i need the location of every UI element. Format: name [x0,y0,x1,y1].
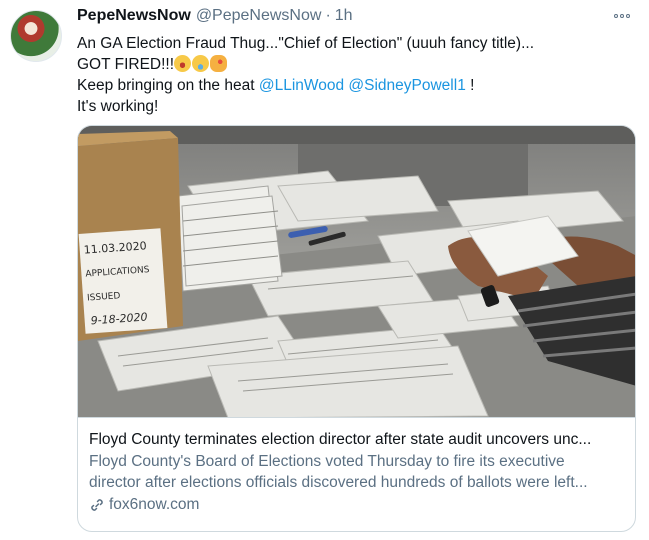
flushed-face-emoji-icon [174,55,192,72]
tweet[interactable]: PepeNewsNow @PepeNewsNow · 1h An GA Elec… [0,0,649,540]
tweet-line-4: It's working! [77,98,159,115]
card-domain-text[interactable]: fox6now.com [109,496,199,514]
separator-dot: · [325,7,331,24]
got-fired-text: GOT FIRED!!! [77,56,175,73]
display-name[interactable]: PepeNewsNow [77,7,191,25]
card-title[interactable]: Floyd County terminates election directo… [89,429,629,450]
card-domain[interactable]: fox6now.com [89,496,629,514]
exclamation-text: ! [465,77,475,94]
keep-bringing-text: Keep bringing on the heat [77,77,259,94]
card-image[interactable]: 11.03.2020 APPLICATIONS ISSUED 9-18-2020 [78,126,635,418]
card-description-line-1: Floyd County's Board of Elections voted … [89,453,565,470]
card-text[interactable]: Floyd County terminates election directo… [89,429,629,514]
tweet-header: PepeNewsNow @PepeNewsNow · 1h [77,7,353,29]
avatar[interactable] [10,10,62,62]
user-handle[interactable]: @PepeNewsNow [196,7,322,25]
card-description: Floyd County's Board of Elections voted … [89,451,629,493]
tears-of-joy-emoji-icon [192,55,210,72]
tweet-text: An GA Election Fraud Thug..."Chief of El… [77,33,637,117]
card-description-line-2: director after elections officials disco… [89,474,588,491]
mention-sidneypowell1[interactable]: @SidneyPowell1 [348,77,465,94]
mention-llinwood[interactable]: @LLinWood [259,77,344,94]
party-face-emoji-icon [210,55,228,72]
timestamp[interactable]: 1h [335,7,353,25]
tweet-line-1: An GA Election Fraud Thug..."Chief of El… [77,35,535,52]
ballot-table-photo: 11.03.2020 APPLICATIONS ISSUED 9-18-2020 [78,126,635,417]
link-card[interactable]: 11.03.2020 APPLICATIONS ISSUED 9-18-2020 [77,125,636,532]
more-options-icon[interactable] [614,8,636,24]
tweet-line-2: GOT FIRED!!! [77,54,637,75]
tweet-line-3: Keep bringing on the heat @LLinWood @Sid… [77,75,637,96]
link-icon [91,499,103,511]
